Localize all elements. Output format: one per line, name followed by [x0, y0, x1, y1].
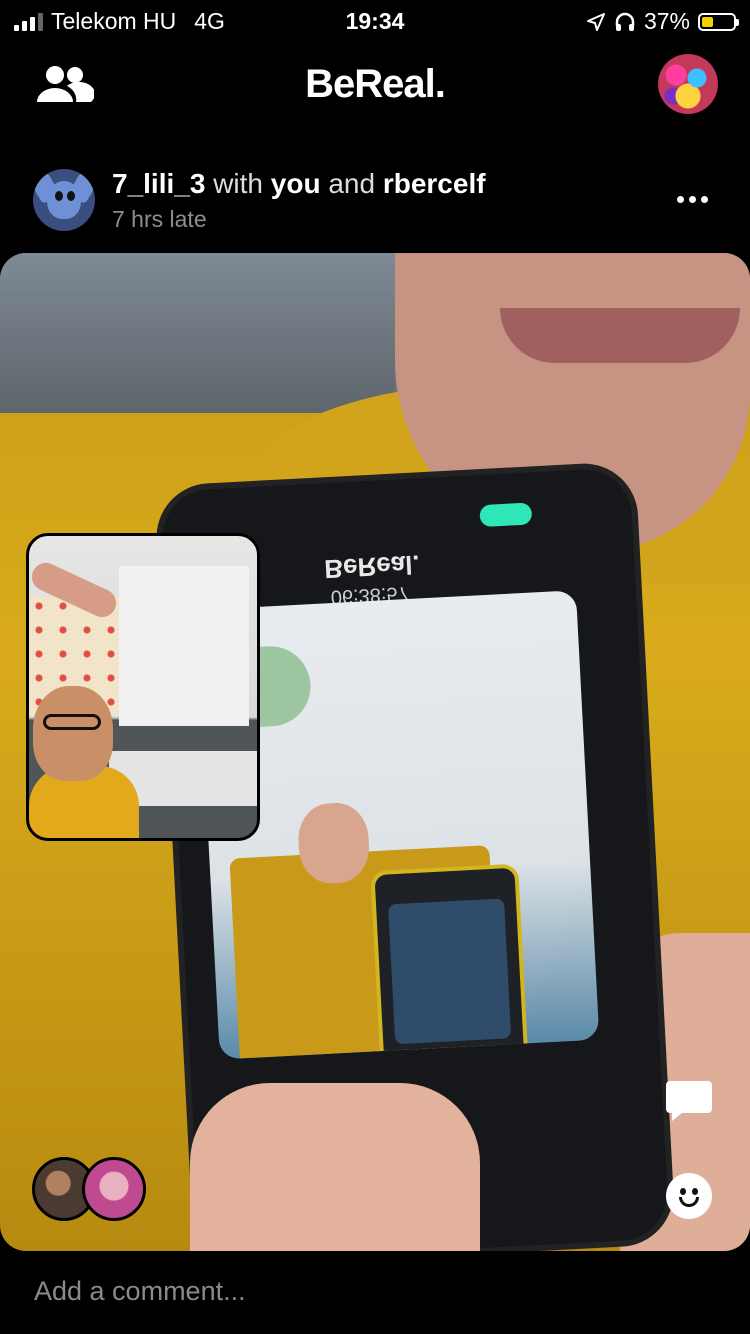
profile-avatar[interactable]	[658, 54, 718, 114]
post-header: 7_lili_3 with you and rbercelf 7 hrs lat…	[0, 166, 750, 238]
battery-percent: 37%	[643, 8, 690, 34]
poster-avatar[interactable]	[33, 169, 95, 231]
tagged-you: you	[270, 168, 321, 199]
app-header: BeReal.	[0, 52, 750, 118]
comment-icon[interactable]	[664, 1079, 714, 1123]
and-label: and	[328, 168, 376, 199]
tagged-friends[interactable]	[32, 1157, 152, 1221]
more-icon[interactable]	[677, 196, 708, 203]
main-photo[interactable]: BeReal. 06:38:57	[0, 253, 750, 1251]
secondary-photo[interactable]	[26, 533, 260, 841]
status-right: 37%	[586, 8, 739, 35]
app-logo: BeReal.	[305, 62, 446, 106]
battery-icon	[698, 12, 739, 31]
hand-left	[190, 1083, 480, 1251]
ceiling	[0, 253, 395, 413]
phone-status-pill	[479, 502, 533, 528]
location-icon	[586, 12, 605, 31]
reaction-icon[interactable]	[666, 1173, 712, 1219]
comment-bar	[0, 1252, 750, 1334]
late-label: 7 hrs late	[112, 206, 207, 232]
with-label: with	[213, 168, 263, 199]
tagged-avatar[interactable]	[82, 1157, 146, 1221]
phone-screen-title: BeReal.	[323, 549, 421, 585]
post-title: 7_lili_3 with you and rbercelf	[112, 168, 486, 200]
comment-input[interactable]	[32, 1270, 716, 1312]
inner-phone	[370, 863, 529, 1060]
tagged-user[interactable]: rbercelf	[383, 168, 486, 199]
poster-username[interactable]: 7_lili_3	[112, 168, 205, 199]
status-bar: Telekom HU 4G 19:34 37%	[0, 0, 750, 44]
headphones-icon	[615, 12, 635, 31]
mouth	[500, 308, 740, 363]
